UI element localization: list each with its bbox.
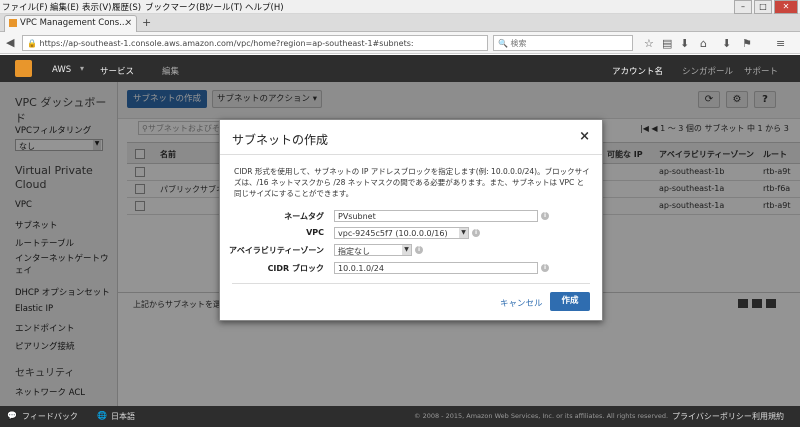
- tab-title: VPC Management Cons...: [20, 18, 128, 28]
- name-tag-label: ネームタグ: [284, 212, 324, 221]
- aws-cube-icon[interactable]: [15, 60, 32, 77]
- menu-bookmarks[interactable]: ブックマーク(B): [145, 1, 208, 13]
- menu-tools[interactable]: ツール(T): [205, 1, 242, 13]
- dialog-title: サブネットの作成: [232, 133, 329, 147]
- addon-icon[interactable]: ⚑: [742, 37, 752, 50]
- privacy-link[interactable]: プライバシーポリシー: [672, 411, 752, 422]
- cancel-button[interactable]: キャンセル: [500, 297, 543, 309]
- close-tab-icon[interactable]: ×: [125, 18, 132, 28]
- new-tab-button[interactable]: +: [142, 16, 151, 29]
- info-icon[interactable]: i: [415, 246, 423, 254]
- support-menu[interactable]: サポート: [744, 65, 778, 77]
- aws-favicon-icon: [9, 18, 17, 27]
- chevron-down-icon: ▼: [402, 245, 411, 255]
- menu-history[interactable]: 履歴(S): [112, 1, 141, 13]
- download-icon[interactable]: ⬇: [680, 37, 689, 50]
- divider: [232, 283, 590, 284]
- close-window-icon[interactable]: ✕: [774, 0, 798, 14]
- terms-link[interactable]: 利用規約: [752, 411, 784, 422]
- az-select[interactable]: 指定なし ▼: [334, 244, 412, 256]
- chevron-down-icon: ▼: [459, 228, 468, 238]
- feedback-link[interactable]: フィードバック: [22, 411, 78, 422]
- language-select[interactable]: 日本語: [111, 411, 135, 422]
- menu-edit[interactable]: 編集(E): [50, 1, 79, 13]
- vpc-select-value: vpc-9245c5f7 (10.0.0.0/16): [338, 229, 448, 238]
- copyright: © 2008 - 2015, Amazon Web Services, Inc.…: [414, 412, 669, 420]
- search-icon: 🔍: [498, 39, 508, 48]
- create-subnet-dialog: サブネットの作成 × CIDR 形式を使用して、サブネットの IP アドレスブロ…: [219, 119, 603, 321]
- cidr-label: CIDR ブロック: [267, 264, 324, 273]
- reading-list-icon[interactable]: ▤: [662, 37, 672, 50]
- info-icon[interactable]: i: [472, 229, 480, 237]
- chevron-down-icon: ▾: [80, 64, 85, 73]
- pocket-icon[interactable]: ⬇: [722, 37, 731, 50]
- close-icon[interactable]: ×: [579, 129, 590, 144]
- home-icon[interactable]: ⌂: [700, 37, 707, 50]
- globe-icon: 🌐: [97, 411, 107, 420]
- maximize-icon[interactable]: □: [754, 0, 772, 14]
- dialog-description: CIDR 形式を使用して、サブネットの IP アドレスブロックを指定します(例:…: [234, 167, 590, 198]
- divider: [220, 154, 602, 155]
- cidr-input[interactable]: 10.0.1.0/24: [334, 262, 538, 274]
- footer: 💬 フィードバック 🌐 日本語 © 2008 - 2015, Amazon We…: [0, 406, 800, 427]
- az-select-value: 指定なし: [338, 247, 370, 256]
- minimize-icon[interactable]: –: [734, 0, 752, 14]
- name-tag-input[interactable]: PVsubnet: [334, 210, 538, 222]
- menu-file[interactable]: ファイル(F): [2, 1, 48, 13]
- chat-icon: 💬: [7, 411, 17, 420]
- vpc-label: VPC: [306, 228, 324, 237]
- aws-menu[interactable]: AWS: [52, 65, 71, 75]
- url-bar[interactable]: 🔒 https://ap-southeast-1.console.aws.ama…: [22, 35, 488, 51]
- menu-help[interactable]: ヘルプ(H): [245, 1, 284, 13]
- az-label: アベイラビリティーゾーン: [229, 246, 324, 255]
- lock-icon: 🔒: [27, 39, 37, 48]
- menu-view[interactable]: 表示(V): [82, 1, 111, 13]
- create-button[interactable]: 作成: [550, 292, 590, 311]
- region-menu[interactable]: シンガポール: [682, 65, 733, 77]
- vpc-select[interactable]: vpc-9245c5f7 (10.0.0.0/16) ▼: [334, 227, 469, 239]
- info-icon[interactable]: i: [541, 264, 549, 272]
- browser-menu-bar: ファイル(F) 編集(E) 表示(V) 履歴(S) ブックマーク(B) ツール(…: [0, 0, 800, 14]
- star-icon[interactable]: ☆: [644, 37, 654, 50]
- back-icon[interactable]: ◀: [6, 36, 14, 49]
- menu-icon[interactable]: ≡: [776, 37, 785, 50]
- services-menu[interactable]: サービス: [100, 65, 134, 77]
- browser-search-input[interactable]: 🔍 検索: [493, 35, 633, 51]
- url-text: https://ap-southeast-1.console.aws.amazo…: [39, 39, 414, 48]
- window-controls: – □ ✕: [734, 0, 798, 14]
- info-icon[interactable]: i: [541, 212, 549, 220]
- search-placeholder: 検索: [510, 39, 527, 48]
- browser-tab[interactable]: VPC Management Cons... ×: [4, 15, 137, 32]
- edit-menu[interactable]: 編集: [162, 65, 179, 77]
- account-menu[interactable]: アカウント名: [612, 65, 663, 77]
